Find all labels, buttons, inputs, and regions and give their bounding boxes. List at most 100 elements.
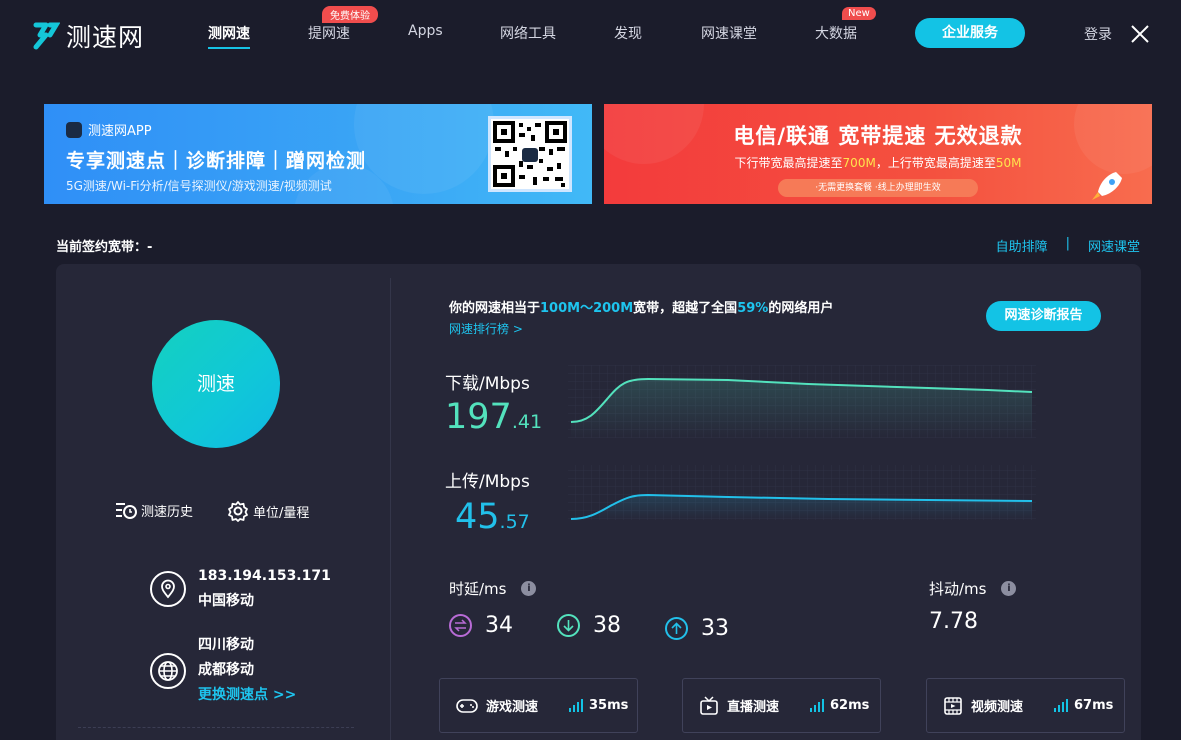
broadband-sub-prefix: 下行带宽最高提速至 [734,156,843,170]
rocket-icon [1092,172,1122,200]
panel-divider [390,278,391,740]
unit-settings-button[interactable]: 单位/量程 [227,500,309,522]
game-test-label: 游戏测速 [486,700,539,715]
summary-range: 100M～200M [540,301,634,316]
info-icon[interactable]: i [1001,581,1017,596]
logo[interactable]: 测速网 [30,18,144,54]
left-divider [78,727,354,728]
live-test-card[interactable]: 直播测速 62ms [682,678,881,733]
qr-code-icon [488,116,572,192]
start-test-button[interactable]: 测速 [152,320,280,448]
broadband-subtitle: 下行带宽最高提速至700M，上行带宽最高提速至50M [604,154,1152,171]
broadband-promo-banner[interactable]: 电信/联通 宽带提速 无效退款 下行带宽最高提速至700M，上行带宽最高提速至5… [604,104,1152,204]
nav-boost[interactable]: 提网速 [308,23,350,43]
summary-prefix: 你的网速相当于 [449,301,541,316]
nav-classroom[interactable]: 网速课堂 [701,23,757,43]
speed-summary: 你的网速相当于100M～200M宽带，超越了全国59%的网络用户 [449,297,833,316]
location-pin-icon [150,571,186,607]
logo-icon [33,22,60,50]
latency-down-number: 38 [593,613,621,638]
nav-discover[interactable]: 发现 [614,23,642,43]
latency-value: 34 [449,613,513,638]
jitter-label-text: 抖动/ms [929,580,987,598]
latency-label: 时延/ms i [449,578,537,599]
history-label: 测速历史 [141,504,194,520]
server-name: 成都移动 [198,662,254,678]
latency-number: 34 [485,613,513,638]
login-link[interactable]: 登录 [1084,24,1112,44]
broadband-headline: 电信/联通 宽带提速 无效退款 [733,124,1023,148]
free-trial-badge: 免费体验 [322,6,378,23]
globe-icon [150,652,186,689]
live-test-label: 直播测速 [727,700,780,715]
nav-speed-test[interactable]: 测网速 [208,23,250,49]
video-test-label: 视频测速 [971,700,1024,715]
new-badge: New [842,7,876,20]
gear-icon [228,501,248,522]
download-speed: 197.41 [445,397,542,437]
latency-up-value: 33 [665,616,729,641]
jitter-label: 抖动/ms i [929,578,1017,599]
history-button[interactable]: 测速历史 [115,500,193,520]
download-label: 下载/Mbps [445,374,530,394]
broadband-pill: ·无需更换套餐 ·线上办理即生效 [778,179,978,197]
download-int: 197 [445,397,512,437]
arrow-down-icon [557,614,580,637]
app-promo-subtitle: 5G测速/Wi-Fi分析/信号探测仪/游戏测速/视频测试 [66,179,332,193]
jitter-value: 7.78 [929,609,978,634]
app-promo-headline: 专享测速点｜诊断排障｜蹭网检测 [66,150,367,172]
app-label-text: 测速网APP [88,124,152,139]
server-info-text: 四川移动 成都移动 更换测速点 >> [198,633,296,708]
video-icon [944,696,962,715]
live-test-value: 62ms [830,698,870,713]
server-region: 四川移动 [198,637,254,653]
upload-speed-chart [568,465,1036,520]
upload-dec: .57 [499,511,530,533]
upload-int: 45 [455,497,500,537]
client-info: 183.194.153.171 中国移动 [150,564,331,614]
app-label: 测速网APP [66,120,152,139]
enterprise-service-button[interactable]: 企业服务 [915,18,1025,48]
download-dec: .41 [511,411,543,433]
nav-network-tools[interactable]: 网络工具 [500,23,556,43]
tv-icon [700,695,718,715]
app-logo-icon [66,121,82,138]
broadband-sub-mid: ，上行带宽最高提速至 [875,156,996,170]
signal-icon [810,699,824,712]
history-icon [116,503,137,519]
app-promo-banner[interactable]: 测速网APP 专享测速点｜诊断排障｜蹭网检测 5G测速/Wi-Fi分析/信号探测… [44,104,592,204]
game-test-card[interactable]: 游戏测速 35ms [439,678,638,733]
download-max: 700M [842,156,876,170]
latency-label-text: 时延/ms [449,580,507,598]
swap-icon [449,614,472,637]
server-info: 四川移动 成都移动 更换测速点 >> [150,633,296,708]
nav-apps[interactable]: Apps [408,23,443,39]
upload-max: 50M [995,156,1022,170]
speed-class-link[interactable]: 网速课堂 [1088,236,1140,255]
summary-mid: 宽带，超越了全国 [633,301,738,316]
video-test-card[interactable]: 视频测速 67ms [926,678,1125,733]
client-isp: 中国移动 [198,593,254,609]
client-ip: 183.194.153.171 [198,568,331,584]
close-icon[interactable] [1130,24,1150,44]
game-test-value: 35ms [589,698,629,713]
summary-percent: 59% [737,301,769,316]
signal-icon [569,699,583,712]
top-header: 测速网 测网速 提网速 免费体验 Apps 网络工具 发现 网速课堂 大数据 N… [0,0,1181,66]
download-speed-chart [568,365,1036,438]
latency-up-number: 33 [701,616,729,641]
change-server-link[interactable]: 更换测速点 >> [198,683,296,708]
latency-down-value: 38 [557,613,621,638]
upload-label: 上传/Mbps [445,472,530,492]
diagnosis-report-button[interactable]: 网速诊断报告 [986,301,1101,331]
signal-icon [1054,699,1068,712]
logo-text: 测速网 [66,23,145,52]
self-help-link[interactable]: 自助排障 [996,236,1048,255]
link-separator: | [1065,236,1070,251]
speed-ranking-link[interactable]: 网速排行榜 > [449,320,523,337]
video-test-value: 67ms [1074,698,1114,713]
contract-broadband: 当前签约宽带：- [56,240,153,255]
info-icon[interactable]: i [521,581,537,596]
upload-speed: 45.57 [455,497,530,537]
nav-big-data[interactable]: 大数据 [815,23,857,43]
